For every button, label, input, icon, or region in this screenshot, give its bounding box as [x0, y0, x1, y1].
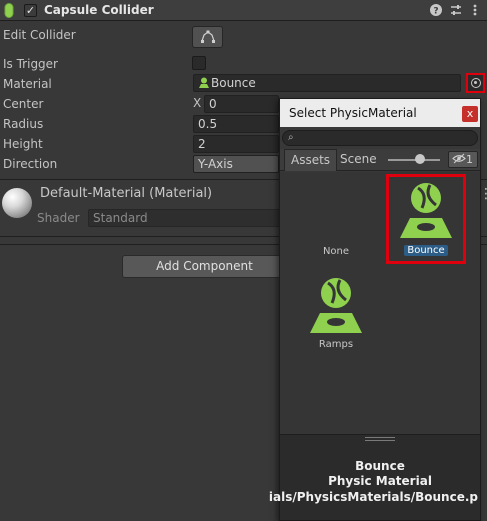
material-label: Material	[3, 77, 52, 91]
material-field[interactable]: Bounce	[193, 74, 461, 92]
more-icon[interactable]	[468, 3, 482, 17]
physic-material-icon	[199, 77, 209, 88]
radius-field[interactable]: 0.5	[193, 115, 279, 133]
edit-collider-button[interactable]	[192, 26, 223, 48]
resize-grip[interactable]	[365, 437, 395, 441]
shader-dropdown[interactable]: Standard	[88, 209, 283, 227]
picker-tabs: Assets Scene 1	[280, 149, 480, 171]
asset-item-label: Ramps	[318, 339, 354, 350]
add-component-button[interactable]: Add Component	[122, 255, 287, 278]
hidden-count: 1	[466, 153, 473, 166]
asset-item-label: Bounce	[404, 245, 448, 256]
asset-item-none[interactable]: None	[316, 246, 356, 257]
asset-grid: None Bounce Ramps	[280, 172, 480, 434]
picker-search-input[interactable]: ⌕	[282, 130, 478, 146]
physic-material-icon	[310, 278, 362, 333]
preview-asset-path: ials/PhysicsMaterials/Bounce.p	[268, 490, 478, 504]
picker-title: Select PhysicMaterial	[280, 99, 480, 127]
is-trigger-checkbox[interactable]	[192, 56, 206, 70]
height-label: Height	[3, 137, 43, 151]
tab-scene[interactable]: Scene	[334, 149, 383, 171]
center-label: Center	[3, 97, 44, 111]
material-preview-sphere	[2, 188, 32, 218]
asset-item-bounce[interactable]: Bounce	[394, 180, 458, 262]
preview-asset-type: Physic Material	[328, 474, 432, 488]
edit-collider-label: Edit Collider	[3, 28, 76, 42]
component-enabled-checkbox[interactable]: ✓	[24, 4, 37, 17]
svg-text:?: ?	[433, 7, 438, 17]
capsule-collider-icon	[4, 3, 14, 18]
tab-assets[interactable]: Assets	[284, 149, 338, 171]
presets-icon[interactable]	[449, 3, 463, 17]
physic-material-icon	[400, 183, 452, 238]
radius-label: Radius	[3, 117, 44, 131]
component-title: Capsule Collider	[44, 3, 154, 17]
help-icon[interactable]: ?	[429, 3, 443, 17]
direction-dropdown[interactable]: Y-Axis	[193, 155, 279, 173]
hidden-packages-toggle[interactable]: 1	[448, 151, 478, 168]
center-x-label: X	[193, 96, 202, 110]
height-field[interactable]: 2	[193, 135, 279, 153]
material-value: Bounce	[211, 76, 256, 90]
preview-asset-name: Bounce	[355, 459, 405, 473]
hidden-eye-icon	[452, 153, 466, 164]
picker-target-icon	[471, 78, 481, 88]
component-header[interactable]: ✓ Capsule Collider ?	[0, 0, 487, 21]
direction-label: Direction	[3, 157, 58, 171]
center-x-field[interactable]: 0	[204, 95, 279, 113]
search-icon: ⌕	[288, 132, 294, 143]
material-section-title: Default-Material (Material)	[40, 186, 213, 201]
object-picker-button[interactable]	[466, 73, 485, 93]
asset-item-ramps[interactable]: Ramps	[304, 275, 368, 353]
edit-collider-icon	[201, 30, 215, 43]
asset-preview-panel: Bounce Physic Material ials/PhysicsMater…	[269, 434, 480, 520]
select-physicmaterial-window: Select PhysicMaterial x ⌕ Assets Scene 1…	[269, 98, 481, 521]
close-button[interactable]: x	[462, 106, 478, 122]
icon-size-slider-thumb[interactable]	[415, 154, 425, 164]
shader-label: Shader	[37, 211, 80, 225]
icon-size-slider-track[interactable]	[388, 159, 440, 161]
is-trigger-label: Is Trigger	[3, 57, 58, 71]
